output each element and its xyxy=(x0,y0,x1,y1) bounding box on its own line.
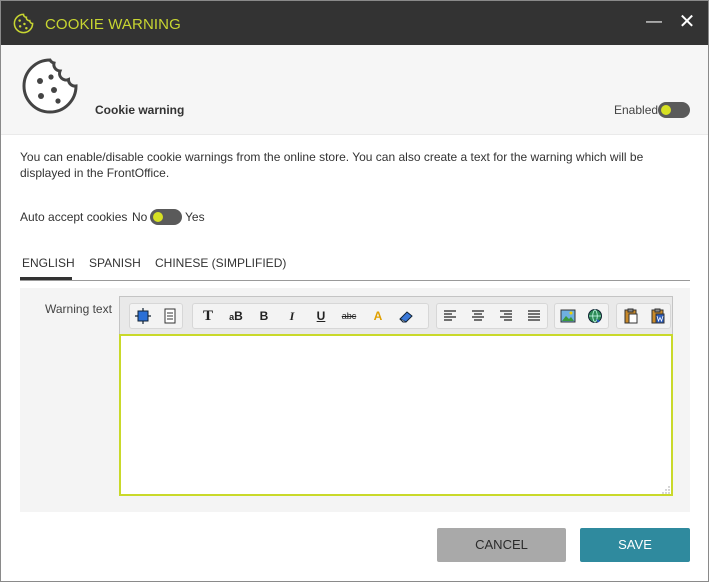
enabled-label: Enabled xyxy=(614,103,659,117)
toolbar-group-paste xyxy=(616,303,671,329)
dialog-header: Cookie warning Enabled xyxy=(1,45,708,135)
warning-text-editor[interactable] xyxy=(119,334,673,496)
tab-spanish[interactable]: SPANISH xyxy=(89,256,141,270)
font-size-icon[interactable]: aB xyxy=(225,304,247,328)
editor-toolbar: T aB B I U abc A xyxy=(119,296,673,334)
auto-accept-label: Auto accept cookies xyxy=(20,210,128,224)
auto-accept-no-label: No xyxy=(132,210,148,224)
close-button[interactable]: ✕ xyxy=(676,11,698,33)
description-text: You can enable/disable cookie warnings f… xyxy=(20,150,644,180)
cookie-icon xyxy=(22,58,78,114)
font-size-big-glyph: B xyxy=(234,309,243,323)
auto-accept-toggle[interactable] xyxy=(150,209,182,225)
minimize-button[interactable]: — xyxy=(643,11,665,33)
underline-icon[interactable]: U xyxy=(310,304,332,328)
cookie-warning-dialog: COOKIE WARNING — ✕ Cookie warning Enable… xyxy=(0,0,709,582)
editor-panel: Warning text T aB B I U abc A xyxy=(20,288,690,512)
eraser-icon[interactable] xyxy=(395,304,417,328)
text-color-icon[interactable]: A xyxy=(367,304,389,328)
title-bar: COOKIE WARNING — ✕ xyxy=(1,1,708,45)
cancel-button[interactable]: CANCEL xyxy=(437,528,566,562)
active-tab-indicator xyxy=(20,277,72,280)
document-icon[interactable] xyxy=(159,304,181,328)
save-button[interactable]: SAVE xyxy=(580,528,690,562)
strikethrough-icon[interactable]: abc xyxy=(338,304,360,328)
tab-chinese-simplified[interactable]: CHINESE (SIMPLIFIED) xyxy=(155,256,286,270)
toolbar-group-source xyxy=(129,303,183,329)
link-icon[interactable] xyxy=(584,304,606,328)
cookie-logo-icon xyxy=(13,13,34,34)
toggle-knob xyxy=(661,105,671,115)
resize-grip-icon[interactable] xyxy=(662,486,670,494)
image-icon[interactable] xyxy=(557,304,579,328)
bold-icon[interactable]: B xyxy=(253,304,275,328)
toggle-knob xyxy=(153,212,163,222)
toolbar-group-align xyxy=(436,303,548,329)
toolbar-group-insert xyxy=(554,303,609,329)
align-left-icon[interactable] xyxy=(439,304,461,328)
warning-text-label: Warning text xyxy=(45,302,112,316)
header-title: Cookie warning xyxy=(95,103,185,117)
window-title: COOKIE WARNING xyxy=(45,16,181,33)
paste-icon[interactable] xyxy=(620,304,642,328)
auto-accept-yes-label: Yes xyxy=(185,210,205,224)
align-justify-icon[interactable] xyxy=(523,304,545,328)
italic-icon[interactable]: I xyxy=(281,304,303,328)
font-family-icon[interactable]: T xyxy=(197,304,219,328)
enabled-toggle[interactable] xyxy=(658,102,690,118)
paste-word-icon[interactable] xyxy=(647,304,669,328)
select-all-icon[interactable] xyxy=(132,304,154,328)
align-center-icon[interactable] xyxy=(467,304,489,328)
align-right-icon[interactable] xyxy=(495,304,517,328)
language-tabs: ENGLISH SPANISH CHINESE (SIMPLIFIED) xyxy=(20,249,690,281)
tab-english[interactable]: ENGLISH xyxy=(22,256,75,270)
toolbar-group-format: T aB B I U abc A xyxy=(192,303,429,329)
